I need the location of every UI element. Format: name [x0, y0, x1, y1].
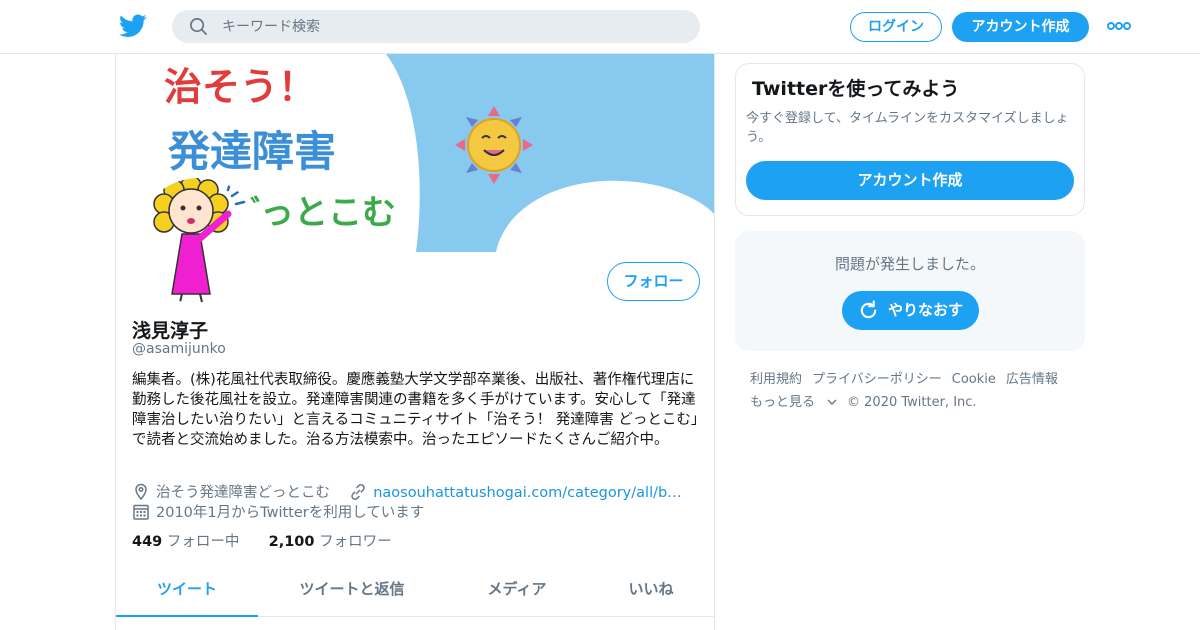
search-input[interactable] [222, 10, 682, 43]
profile-meta-joined: 2010年1月からTwitterを利用しています [132, 501, 424, 521]
profile-column: 治そう！ 発達障害 どっとこむ フォロー 浅見淳子 @asamijunko 編集… [115, 54, 715, 630]
profile-avatar[interactable] [132, 174, 266, 308]
profile-meta-location-url: 治そう発達障害どっとこむ naosouhattatushogai.com/cat… [132, 481, 682, 501]
follow-button[interactable]: フォロー [607, 262, 700, 301]
chevron-down-icon [827, 399, 837, 405]
tab-tweets[interactable]: ツイート [116, 566, 258, 617]
footer-link-privacy[interactable]: プライバシーポリシー [812, 372, 942, 387]
retry-label: やりなおす [888, 301, 964, 319]
avatar-illustration [136, 178, 262, 304]
profile-name: 浅見淳子 [132, 320, 209, 342]
tab-media[interactable]: メディア [446, 566, 588, 617]
following-stat[interactable]: 449 フォロー中 [132, 534, 239, 550]
twitter-bird-icon[interactable] [119, 13, 147, 39]
search-box[interactable] [172, 10, 700, 43]
search-icon [190, 18, 207, 35]
profile-url-link[interactable]: naosouhattatushogai.com/category/all/b… [373, 485, 681, 501]
followers-stat[interactable]: 2,100 フォロワー [269, 534, 392, 550]
link-icon [351, 484, 365, 500]
tab-tweets-and-replies[interactable]: ツイートと返信 [258, 566, 446, 617]
following-label: フォロー中 [166, 534, 240, 550]
footer-copyright: © 2020 Twitter, Inc. [847, 395, 977, 410]
signup-button[interactable]: アカウント作成 [952, 12, 1089, 42]
profile-stats: 449 フォロー中 2,100 フォロワー [132, 530, 392, 551]
svg-text:発達障害: 発達障害 [168, 127, 336, 176]
more-dots-icon[interactable] [1106, 19, 1132, 33]
tab-likes[interactable]: いいね [588, 566, 714, 617]
footer-link-terms[interactable]: 利用規約 [750, 372, 802, 387]
footer-more-label: もっと見る [750, 395, 816, 410]
followers-count: 2,100 [268, 534, 315, 550]
signup-promo-card: Twitterを使ってみよう 今すぐ登録して、タイムラインをカスタマイズしましょ… [735, 63, 1085, 216]
profile-joined-date: 2010年1月からTwitterを利用しています [156, 505, 425, 521]
footer-link-cookie[interactable]: Cookie [952, 372, 996, 387]
error-message: 問題が発生しました。 [834, 255, 985, 273]
footer-links: 利用規約 プライバシーポリシー Cookie 広告情報 もっと見る © 2020 Twi… [750, 368, 1080, 414]
profile-tabs: ツイート ツイートと返信 メディア いいね [116, 566, 714, 617]
signup-card-button[interactable]: アカウント作成 [746, 161, 1074, 200]
top-navigation-bar: ログイン アカウント作成 [0, 0, 1200, 54]
error-card: 問題が発生しました。 やりなおす [735, 231, 1085, 351]
refresh-icon [860, 300, 877, 319]
profile-location: 治そう発達障害どっとこむ [156, 485, 330, 501]
footer-link-ads[interactable]: 広告情報 [1006, 372, 1058, 387]
footer-more-link[interactable]: もっと見る [750, 395, 837, 410]
profile-bio: 編集者。(株)花風社代表取締役。慶應義塾大学文学部卒業後、出版社、著作権代理店に… [132, 372, 699, 448]
profile-handle: @asamijunko [132, 341, 226, 357]
followers-label: フォロワー [319, 534, 392, 550]
svg-text:治そう！: 治そう！ [164, 65, 316, 109]
login-button[interactable]: ログイン [850, 12, 942, 42]
location-pin-icon [135, 483, 147, 501]
signup-card-title: Twitterを使ってみよう [752, 78, 960, 100]
calendar-icon [133, 504, 149, 520]
following-count: 449 [132, 534, 163, 550]
signup-card-description: 今すぐ登録して、タイムラインをカスタマイズしましょう。 [746, 111, 1069, 145]
retry-button[interactable]: やりなおす [842, 291, 979, 330]
